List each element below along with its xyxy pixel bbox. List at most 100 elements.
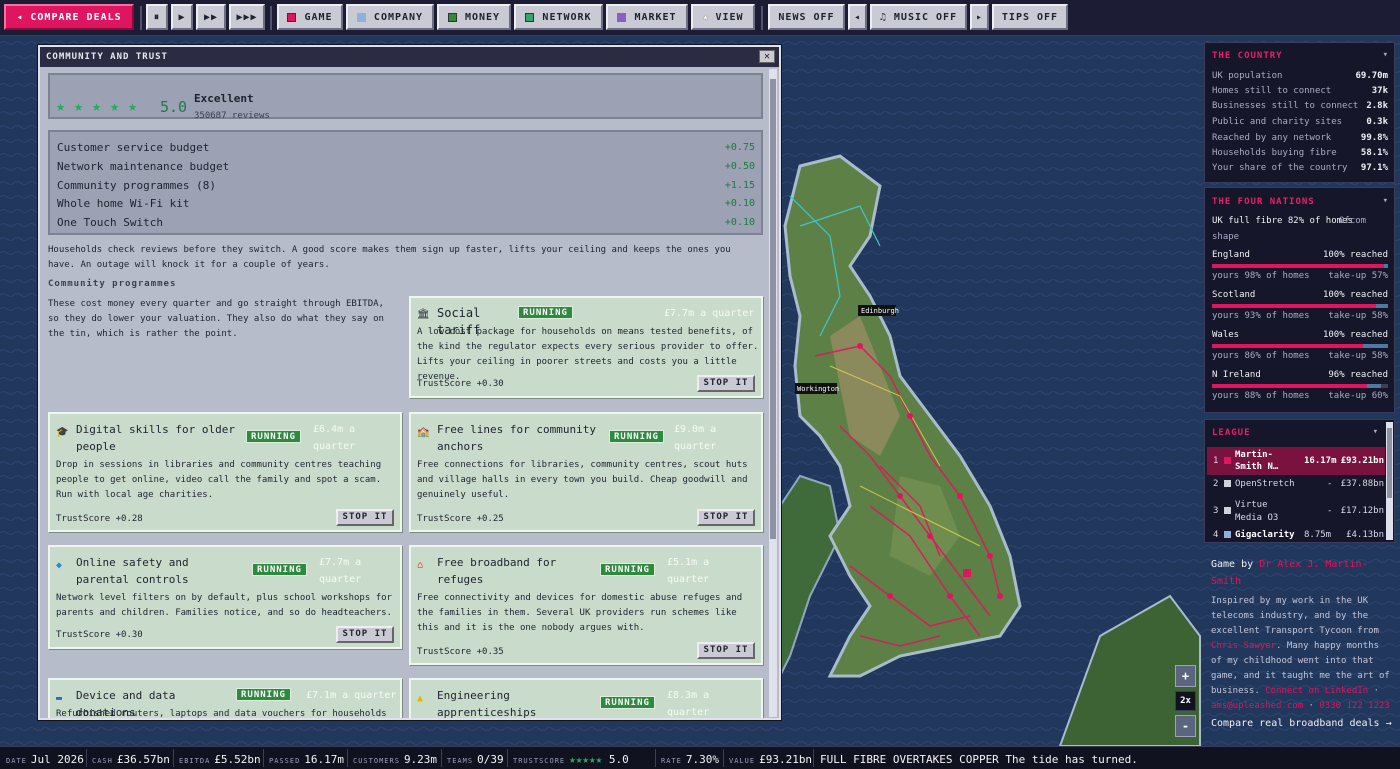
game-icon xyxy=(287,12,297,22)
news-ticker[interactable]: FULL FIBRE OVERTAKES COPPER The tide has… xyxy=(820,753,1138,766)
budget-label: Customer service budget xyxy=(57,141,210,154)
view-menu-label: VIEW xyxy=(715,11,744,23)
nation-progress-bar xyxy=(1212,304,1388,308)
compare-deals-link[interactable]: Compare real broadband deals → xyxy=(1211,716,1392,731)
credits-author-line: Game by Dr Alex J. Martin-Smith xyxy=(1211,556,1391,590)
collapse-chevron-icon[interactable]: ▾ xyxy=(1383,50,1388,60)
running-badge: RUNNING xyxy=(252,563,307,576)
collapse-chevron-icon[interactable]: ▾ xyxy=(1383,196,1388,206)
nation-name: Scotland xyxy=(1212,290,1256,300)
money-menu-button[interactable]: MONEY xyxy=(437,4,511,30)
compare-deals-button[interactable]: ◂ COMPARE DEALS xyxy=(4,4,134,30)
nation-reached: 96% reached xyxy=(1328,370,1388,380)
scrollbar-thumb[interactable] xyxy=(1387,428,1392,498)
league-row[interactable]: 3 Virtue Media O3 - £17.12bn xyxy=(1207,495,1385,525)
news-toggle-button[interactable]: NEWS OFF xyxy=(768,4,845,30)
programme-card: ▬ Device and data donations RUNNING £7.1… xyxy=(48,678,402,718)
stop-programme-button[interactable]: STOP IT xyxy=(336,626,394,643)
fastest-button[interactable]: ▶▶▶ xyxy=(229,4,265,30)
running-badge: RUNNING xyxy=(600,696,655,709)
game-by-label: Game by xyxy=(1211,559,1254,570)
nations-headline: UK full fibre 82% of homes xyxy=(1212,216,1353,226)
nation-row: Scotland 100% reached xyxy=(1212,290,1388,302)
nations-shape-label: shape xyxy=(1212,232,1240,242)
map-label-workington: Workington xyxy=(797,385,839,393)
programme-title: Online safety and parental controls xyxy=(76,556,189,586)
company-menu-label: COMPANY xyxy=(373,11,424,23)
status-teams[interactable]: TEAMS 0/39 xyxy=(447,753,504,766)
league-homes: - xyxy=(1327,506,1333,516)
status-passed: PASSED 16.17m xyxy=(269,753,344,766)
league-scrollbar[interactable] xyxy=(1386,422,1393,540)
phone-link[interactable]: 0330 122 1223 xyxy=(1319,701,1389,711)
music-toggle-button[interactable]: ♫ MUSIC OFF xyxy=(870,4,967,30)
stop-programme-button[interactable]: STOP IT xyxy=(697,375,755,392)
company-color-swatch xyxy=(1224,531,1231,538)
nation-takeup: take-up 58% xyxy=(1328,351,1388,361)
play-button[interactable]: ▶ xyxy=(171,4,193,30)
nation-detail-row: yours 88% of homes take-up 60% xyxy=(1212,391,1388,403)
programme-card: ▲ Engineering apprenticeships RUNNING £8… xyxy=(409,678,763,718)
game-menu-button[interactable]: GAME xyxy=(277,4,343,30)
country-row: UK population 69.70m xyxy=(1212,71,1388,83)
programme-title: Digital skills for older people xyxy=(76,423,235,453)
toolbar-divider xyxy=(140,6,142,30)
nation-reached: 100% reached xyxy=(1322,290,1388,300)
league-row[interactable]: 2 OpenStretch - £37.88bn xyxy=(1207,475,1385,493)
status-label: EBITDA xyxy=(179,757,211,765)
tips-toggle-button[interactable]: TIPS OFF xyxy=(992,4,1068,30)
country-row-value: 58.1% xyxy=(1360,148,1388,158)
prev-track-button[interactable]: ◂ xyxy=(848,4,867,30)
league-row[interactable]: 1 Martin-Smith N… 16.17m £93.21bn xyxy=(1207,447,1385,475)
laptop-icon: ▬ xyxy=(56,693,63,704)
status-cash: CASH £36.57bn xyxy=(92,753,170,766)
view-menu-button[interactable]: ★ VIEW xyxy=(691,4,755,30)
league-value: £93.21bn xyxy=(1340,456,1384,466)
linkedin-link[interactable]: Connect on LinkedIn xyxy=(1265,686,1368,696)
running-badge: RUNNING xyxy=(609,430,664,443)
budget-label: One Touch Switch xyxy=(57,216,163,229)
zoom-in-button[interactable]: + xyxy=(1175,665,1196,687)
status-trustscore: TRUSTSCORE ★★★★★ 5.0 xyxy=(513,753,629,766)
stop-programme-button[interactable]: STOP IT xyxy=(336,509,394,526)
fast-forward-button[interactable]: ▶▶ xyxy=(196,4,226,30)
scrollbar-thumb[interactable] xyxy=(770,79,776,539)
company-menu-button[interactable]: COMPANY xyxy=(346,4,434,30)
programme-trustscore: TrustScore +0.30 xyxy=(56,630,143,640)
email-link[interactable]: ams@upleashed.com xyxy=(1211,701,1303,711)
stop-programme-button[interactable]: STOP IT xyxy=(697,642,755,659)
network-menu-button[interactable]: NETWORK xyxy=(514,4,603,30)
status-divider xyxy=(723,749,724,767)
programme-cost: £9.0m a quarter xyxy=(674,424,717,452)
status-label: VALUE xyxy=(729,757,756,765)
stop-programme-button[interactable]: STOP IT xyxy=(697,509,755,526)
chris-sawyer-link[interactable]: Chris Sawyer xyxy=(1211,641,1276,651)
trust-intro-text: Households check reviews before they swi… xyxy=(48,245,731,270)
league-company-name: Virtue Media O3 xyxy=(1235,500,1279,523)
league-row[interactable]: 4 Gigaclarity 8.75m £4.13bn xyxy=(1207,527,1385,543)
close-button[interactable]: ✕ xyxy=(759,50,775,63)
dialog-title: COMMUNITY AND TRUST xyxy=(40,47,779,67)
ofcom-source-link[interactable]: Ofcom xyxy=(1339,216,1366,226)
company-color-swatch xyxy=(1224,480,1231,487)
dialog-scrollbar[interactable] xyxy=(769,69,777,717)
status-label: TEAMS xyxy=(447,757,474,765)
running-badge: RUNNING xyxy=(600,563,655,576)
rating-score: 5.0 xyxy=(160,98,188,116)
market-menu-button[interactable]: MARKET xyxy=(606,4,688,30)
next-track-button[interactable]: ▸ xyxy=(970,4,989,30)
budget-value: +1.15 xyxy=(724,180,755,191)
status-divider xyxy=(173,749,174,767)
programme-trustscore: TrustScore +0.25 xyxy=(417,514,504,524)
nation-yours: yours 93% of homes xyxy=(1212,311,1310,321)
country-row-label: Households buying fibre xyxy=(1212,148,1337,158)
collapse-chevron-icon[interactable]: ▾ xyxy=(1373,427,1378,437)
country-row: Households buying fibre 58.1% xyxy=(1212,148,1388,160)
pause-button[interactable]: ⏸ xyxy=(146,4,168,30)
status-value-total: VALUE £93.21bn xyxy=(729,753,812,766)
running-badge: RUNNING xyxy=(518,306,573,319)
status-value: £5.52bn xyxy=(214,753,261,766)
market-menu-label: MARKET xyxy=(634,11,677,23)
zoom-out-button[interactable]: - xyxy=(1175,715,1196,737)
league-rank: 1 xyxy=(1213,456,1219,466)
